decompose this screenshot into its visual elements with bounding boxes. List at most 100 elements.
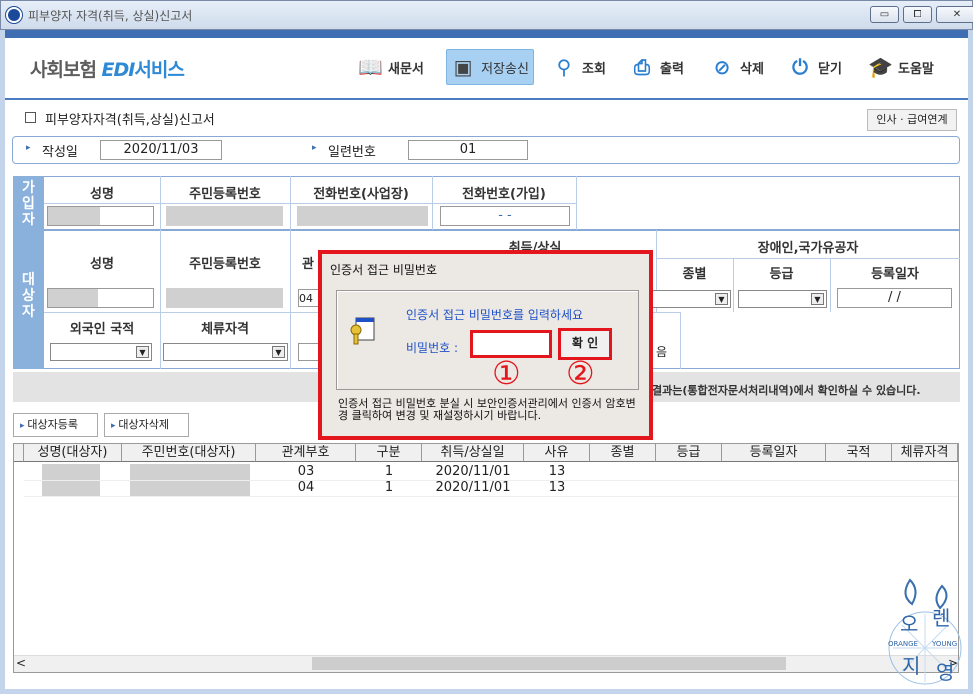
nationality-select[interactable]: ▼ (50, 343, 152, 361)
payroll-link-button[interactable]: 인사 · 급여연계 (867, 109, 957, 131)
toolbar-delete-button[interactable]: ⊘ 삭제 (710, 49, 764, 85)
form-title: 피부양자자격(취득,상실)신고서 (45, 113, 215, 128)
grid-header[interactable]: 구분 (356, 444, 422, 462)
table-row-kind[interactable]: 1 (356, 464, 422, 479)
divider (576, 176, 577, 230)
residence-select[interactable]: ▼ (163, 343, 288, 361)
grid-header[interactable]: 관계부호 (256, 444, 356, 462)
divider (656, 258, 960, 259)
grid-header[interactable]: 등급 (656, 444, 722, 462)
serial-label: 일련번호 (328, 145, 376, 160)
grid-header[interactable]: 국적 (826, 444, 892, 462)
dep-col-regdate-header: 등록일자 (871, 267, 919, 282)
logo-part3: 서비스 (134, 59, 184, 81)
toolbar-separator (5, 98, 968, 100)
dep-col-disabled-header: 장애인,국가유공자 (757, 241, 859, 256)
row-divider (24, 496, 958, 497)
toolbar-help-button[interactable]: 🎓 도움말 (868, 49, 934, 85)
wm-en: YOUNG (932, 640, 958, 648)
table-row-reason[interactable]: 13 (524, 480, 590, 495)
grid-header[interactable]: 사유 (524, 444, 590, 462)
subscriber-phone-join-input[interactable]: - - (440, 206, 570, 226)
toolbar-save-label: 저장송신 (481, 61, 529, 77)
grid-header[interactable]: 체류자격 (892, 444, 958, 462)
divider (680, 312, 681, 369)
toolbar-search-label: 조회 (582, 61, 606, 77)
toolbar-save-send-button[interactable]: ▣ 저장송신 (446, 49, 534, 85)
disabled-regdate-input[interactable]: / / (837, 288, 952, 308)
grid-header[interactable]: 등록일자 (722, 444, 826, 462)
dep-col-rrn-header: 주민등록번호 (189, 257, 261, 272)
dependent-rrn-input[interactable] (166, 288, 283, 308)
chevron-down-icon: ▼ (811, 293, 824, 305)
window-frame-bottom (0, 689, 973, 694)
grid-header[interactable]: 주민번호(대상자) (122, 444, 256, 462)
col-phone-join-header: 전화번호(가입) (462, 187, 546, 202)
dependent-grid[interactable]: 성명(대상자) 주민번호(대상자) 관계부호 구분 취득/상실일 사유 종별 등… (13, 443, 959, 673)
toolbar-close-label: 닫기 (818, 61, 842, 77)
dialog-note: 인증서 접근 비밀번호 분실 시 보안인증서관리에서 인증서 암호변경 클릭하여… (338, 397, 636, 422)
key-icon (348, 316, 378, 346)
register-dependent-button[interactable]: ▸ 대상자등록 (13, 413, 98, 437)
toolbar-help-label: 도움말 (898, 61, 934, 77)
toolbar-new-button[interactable]: 📖 새문서 (358, 49, 424, 85)
table-row-date[interactable]: 2020/11/01 (422, 464, 524, 479)
logo-part1: 사회보험 (30, 59, 102, 81)
printer-icon: ⎙ (634, 55, 650, 79)
delete-dependent-button[interactable]: ▸ 대상자삭제 (104, 413, 189, 437)
dialog-title: 인증서 접근 비밀번호 (322, 254, 649, 282)
col-phone-work-header: 전화번호(사업장) (313, 187, 409, 202)
window-frame-left (0, 30, 5, 694)
power-icon: ⏻ (792, 55, 808, 79)
maximize-button[interactable]: ⧠ (903, 6, 932, 23)
orange-young-watermark: 오 렌 지 영 ORANGE YOUNG (880, 570, 970, 688)
grid-header[interactable]: 종별 (590, 444, 656, 462)
scrollbar-thumb[interactable] (312, 657, 786, 670)
subscriber-phone-work-input[interactable] (297, 206, 428, 226)
delete-icon: ⊘ (713, 55, 731, 79)
close-window-button[interactable]: ✕ (936, 6, 973, 23)
toolbar-new-label: 새문서 (388, 61, 424, 77)
dep-col-grade-header: 등급 (769, 267, 794, 282)
logo-part2: EDI (101, 59, 136, 81)
toolbar-search-button[interactable]: ⚲ 조회 (552, 49, 606, 85)
dep-col-type-header: 종별 (682, 267, 707, 282)
toolbar-print-button[interactable]: ⎙ 출력 (630, 49, 684, 85)
disabled-type-select[interactable]: ▼ (640, 290, 731, 308)
grid-header[interactable]: 취득/상실일 (422, 444, 524, 462)
date-input[interactable]: 2020/11/03 (100, 140, 222, 160)
dep-col-nationality-header: 외국인 국적 (69, 322, 135, 337)
minimize-button[interactable]: ▭ (870, 6, 899, 23)
form-icon (25, 112, 36, 123)
step1-marker: ① (492, 354, 521, 392)
dependent-name-input[interactable] (47, 288, 154, 308)
table-row-kind[interactable]: 1 (356, 480, 422, 495)
app-icon (6, 7, 22, 23)
disabled-grade-select[interactable]: ▼ (738, 290, 827, 308)
toolbar-close-button[interactable]: ⏻ 닫기 (788, 49, 842, 85)
search-pin-icon: ⚲ (556, 55, 572, 79)
subscriber-rrn-input[interactable] (166, 206, 283, 226)
graduation-cap-icon: 🎓 (868, 55, 893, 79)
table-row-rel[interactable]: 03 (256, 464, 356, 479)
dep-col-residence-header: 체류자격 (201, 322, 249, 337)
wm-char: 지 (902, 654, 921, 678)
dialog-message: 인증서 접근 비밀번호를 입력하세요 (406, 308, 584, 322)
table-row-date[interactable]: 2020/11/01 (422, 480, 524, 495)
dependent-side-label: 대상자 (13, 230, 44, 369)
wm-char: 오 (900, 612, 919, 636)
serial-input[interactable]: 01 (408, 140, 528, 160)
table-row-rel[interactable]: 04 (256, 480, 356, 495)
bullet-icon: ▸ (26, 143, 31, 153)
cert-password-dialog: 인증서 접근 비밀번호 인증서 접근 비밀번호를 입력하세요 비밀번호 : 확 … (318, 250, 653, 440)
subscriber-side-label: 가입자 (13, 176, 44, 230)
subscriber-name-input[interactable] (47, 206, 154, 226)
toolbar-delete-label: 삭제 (740, 61, 764, 77)
window-title: 피부양자 자격(취득, 상실)신고서 (28, 9, 193, 23)
grid-header[interactable]: 성명(대상자) (24, 444, 122, 462)
bullet-icon: ▸ (312, 143, 317, 153)
scroll-left-arrow[interactable]: < (16, 656, 26, 670)
wm-char: 렌 (932, 606, 951, 630)
table-row-reason[interactable]: 13 (524, 464, 590, 479)
divider (160, 230, 161, 369)
